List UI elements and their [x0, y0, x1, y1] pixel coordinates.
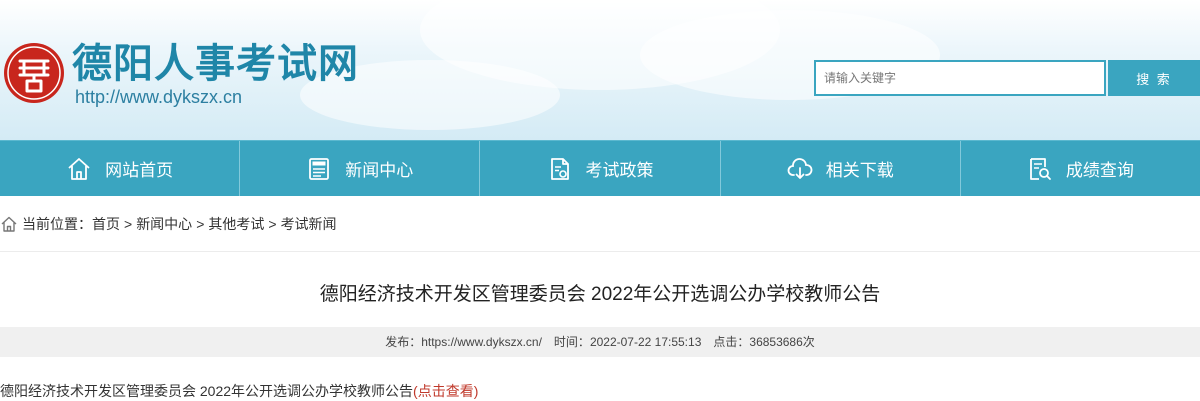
time-label: 时间： [553, 335, 590, 349]
nav-item-scores[interactable]: 成绩查询 [961, 141, 1200, 196]
page-title: 德阳经济技术开发区管理委员会 2022年公开选调公办学校教师公告 [319, 284, 881, 305]
news-icon [306, 156, 332, 182]
site-header: 德阳人事考试网 http://www.dykszx.cn 搜 索 [0, 0, 1200, 140]
time-value: 2022-07-22 17:55:13 [589, 335, 702, 349]
nav-item-policy[interactable]: 考试政策 [480, 141, 721, 196]
divider [0, 251, 1200, 252]
clicks-label: 点击： [713, 335, 750, 349]
breadcrumb-separator: > [196, 216, 205, 232]
home-outline-icon [0, 215, 18, 233]
main-nav: 网站首页 新闻中心 考试政策 相关下载 成绩查询 [0, 140, 1200, 196]
nav-item-label: 新闻中心 [345, 161, 414, 180]
breadcrumb-separator: > [124, 216, 133, 232]
clicks-value: 36853686次 [749, 335, 815, 349]
publisher-label: 发布： [385, 335, 422, 349]
nav-item-downloads[interactable]: 相关下载 [721, 141, 961, 196]
nav-item-news[interactable]: 新闻中心 [240, 141, 481, 196]
breadcrumb-separator: > [268, 216, 277, 232]
home-icon [66, 156, 92, 182]
nav-item-home[interactable]: 网站首页 [0, 141, 241, 196]
breadcrumb-item-exam-news[interactable]: 考试新闻 [281, 214, 337, 234]
seal-logo-icon[interactable] [2, 41, 66, 105]
publisher-value: https://www.dykszx.cn/ [421, 335, 542, 349]
nav-item-label: 网站首页 [105, 161, 174, 180]
nav-item-label: 考试政策 [585, 161, 654, 180]
article-body-text: 德阳经济技术开发区管理委员会 2022年公开选调公办学校教师公告 [0, 383, 414, 399]
cloud-download-icon [787, 156, 813, 182]
breadcrumb-item-other-exams[interactable]: 其他考试 [208, 214, 264, 234]
breadcrumb: 当前位置： 首页 > 新闻中心 > 其他考试 > 考试新闻 [0, 213, 337, 235]
breadcrumb-prefix: 当前位置： [22, 216, 92, 232]
search-document-icon [1027, 156, 1053, 182]
article-meta: 发布：https://www.dykszx.cn/时间：2022-07-22 1… [0, 327, 1200, 357]
search-box [814, 60, 1106, 96]
search-input[interactable] [816, 62, 1104, 94]
policy-document-icon [547, 156, 573, 182]
breadcrumb-item-news[interactable]: 新闻中心 [136, 214, 192, 234]
article-body: 德阳经济技术开发区管理委员会 2022年公开选调公办学校教师公告(点击查看) [0, 381, 478, 401]
search-button[interactable]: 搜 索 [1108, 60, 1200, 96]
nav-item-label: 相关下载 [825, 161, 894, 180]
nav-item-label: 成绩查询 [1065, 161, 1134, 180]
site-url[interactable]: http://www.dykszx.cn [75, 86, 242, 108]
view-link[interactable]: (点击查看) [413, 383, 478, 399]
site-name[interactable]: 德阳人事考试网 [72, 40, 359, 88]
breadcrumb-item-home[interactable]: 首页 [92, 214, 120, 234]
